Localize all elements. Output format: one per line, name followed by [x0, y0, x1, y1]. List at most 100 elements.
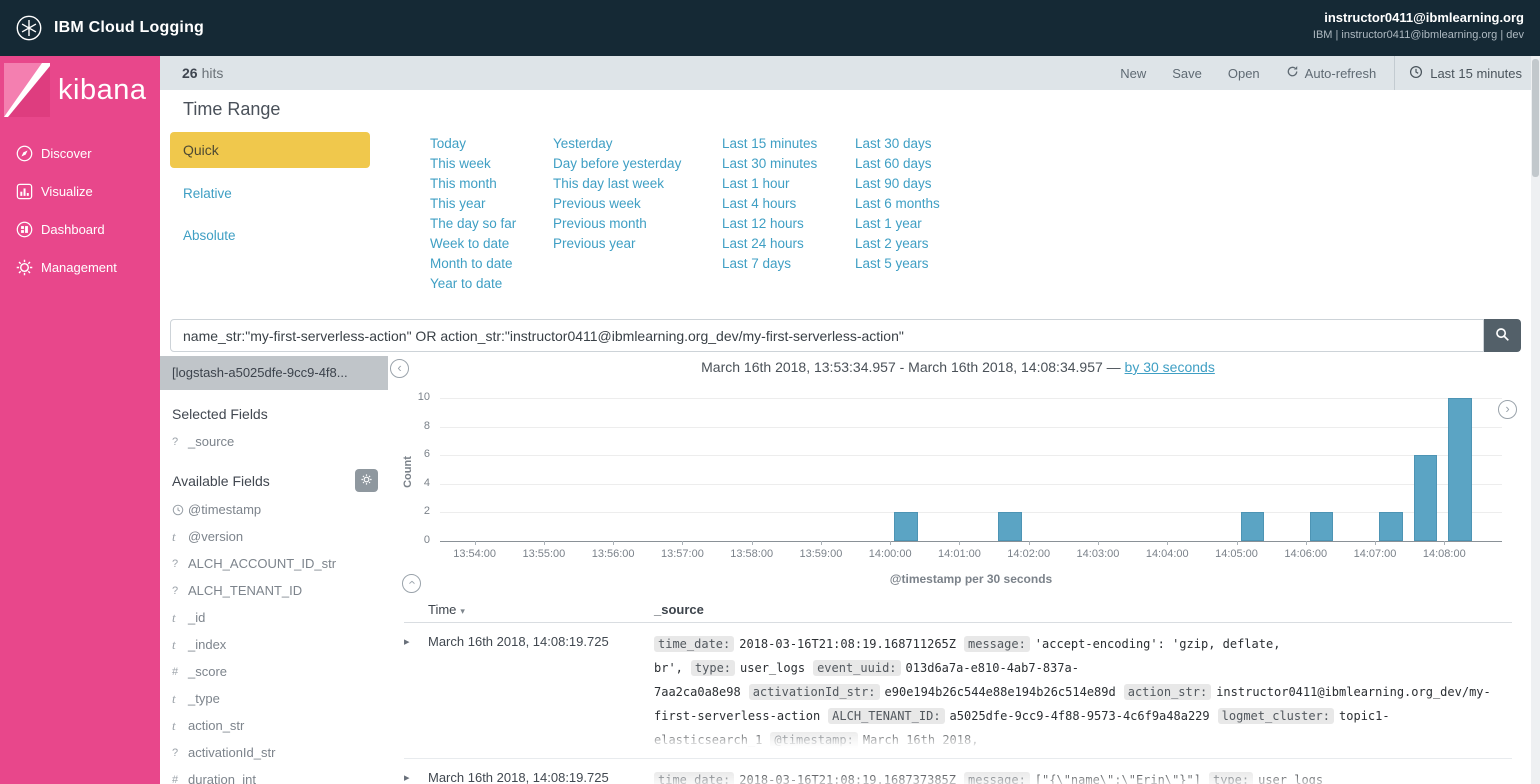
sidebar-item-dashboard[interactable]: Dashboard	[0, 210, 160, 248]
kibana-sidebar: kibana Discover Visualize Dashboard Mana…	[0, 56, 160, 784]
time-column-header[interactable]: Time ▾	[428, 602, 654, 617]
quick-range-link[interactable]: Month to date	[430, 254, 516, 274]
quick-range-link[interactable]: Last 4 hours	[722, 194, 817, 214]
quick-range-link[interactable]: Last 90 days	[855, 174, 940, 194]
string-type-icon: t	[172, 690, 176, 706]
quick-range-link[interactable]: Week to date	[430, 234, 516, 254]
field-item-_source[interactable]: ? _source	[160, 428, 388, 455]
search-input[interactable]	[170, 319, 1484, 352]
quick-range-link[interactable]: Year to date	[430, 274, 516, 294]
sidebar-item-label: Discover	[41, 145, 92, 161]
available-fields-list: @timestamp t @version? ALCH_ACCOUNT_ID_str?…	[160, 496, 388, 784]
tab-absolute[interactable]: Absolute	[183, 228, 236, 243]
quick-range-link[interactable]: Last 24 hours	[722, 234, 817, 254]
string-type-icon: t	[172, 636, 176, 652]
quick-range-link[interactable]: Last 1 year	[855, 214, 940, 234]
quick-range-link[interactable]: Today	[430, 134, 516, 154]
auto-refresh-button[interactable]: Auto-refresh	[1286, 65, 1376, 81]
field-item-activationId_str[interactable]: ? activationId_str	[160, 739, 388, 766]
y-tick-label: 6	[423, 448, 430, 461]
tab-quick[interactable]: Quick	[170, 132, 370, 168]
histogram-bar[interactable]	[1240, 512, 1265, 541]
field-name: _index	[188, 637, 227, 652]
quick-range-link[interactable]: Last 7 days	[722, 254, 817, 274]
field-name: _score	[188, 664, 228, 679]
field-name: ALCH_ACCOUNT_ID_str	[188, 556, 337, 571]
field-item-_type[interactable]: t _type	[160, 685, 388, 712]
quick-range-link[interactable]: This month	[430, 174, 516, 194]
quick-range-link[interactable]: Last 30 days	[855, 134, 940, 154]
chevron-up-icon[interactable]: ›	[402, 574, 421, 593]
scrollbar-thumb[interactable]	[1532, 59, 1539, 177]
save-button[interactable]: Save	[1172, 66, 1202, 81]
open-button[interactable]: Open	[1228, 66, 1260, 81]
kibana-logo	[4, 63, 50, 117]
kibana-discover-page: IBM Cloud Logging instructor0411@ibmlear…	[0, 0, 1540, 784]
x-tick-mark	[613, 541, 615, 545]
field-key-badge: activationId_str:	[748, 684, 880, 700]
selected-fields-list: ? _source	[160, 428, 388, 455]
field-value: a5025dfe-9cc9-4f88-9573-4c6f9a48a229	[949, 709, 1210, 723]
index-pattern-selector[interactable]: [logstash-a5025dfe-9cc9-4f8...	[160, 356, 388, 390]
field-item-ALCH_ACCOUNT_ID_str[interactable]: ? ALCH_ACCOUNT_ID_str	[160, 550, 388, 577]
new-button[interactable]: New	[1120, 66, 1146, 81]
field-item-ALCH_TENANT_ID[interactable]: ? ALCH_TENANT_ID	[160, 577, 388, 604]
tab-relative[interactable]: Relative	[183, 186, 232, 201]
sidebar-item-visualize[interactable]: Visualize	[0, 172, 160, 210]
field-settings-button[interactable]	[355, 469, 378, 492]
field-item-duration_int[interactable]: # duration_int	[160, 766, 388, 784]
expand-doc-icon[interactable]: ▸	[404, 772, 410, 784]
hits-count: 26 hits	[182, 65, 223, 81]
histogram-bar[interactable]	[1448, 398, 1472, 541]
quick-range-link[interactable]: The day so far	[430, 214, 516, 234]
field-item-@version[interactable]: t @version	[160, 523, 388, 550]
quick-range-link[interactable]: This week	[430, 154, 516, 174]
quick-range-link[interactable]: Previous week	[553, 194, 681, 214]
quick-range-link[interactable]: Last 15 minutes	[722, 134, 817, 154]
field-item-_score[interactable]: # _score	[160, 658, 388, 685]
quick-ranges: Today This week This month This year The day…	[430, 134, 1130, 304]
quick-range-link[interactable]: Yesterday	[553, 134, 681, 154]
quick-range-link[interactable]: Last 5 years	[855, 254, 940, 274]
field-name: _source	[188, 434, 235, 449]
fields-panel: [logstash-a5025dfe-9cc9-4f8... Selected …	[160, 356, 388, 784]
field-item-@timestamp[interactable]: @timestamp	[160, 496, 388, 523]
quick-range-link[interactable]: Last 6 months	[855, 194, 940, 214]
scrollbar	[1531, 56, 1540, 784]
quick-range-link[interactable]: Last 1 hour	[722, 174, 817, 194]
histogram-bar[interactable]	[1413, 455, 1438, 541]
time-picker-button[interactable]: Last 15 minutes	[1394, 56, 1528, 90]
quick-range-link[interactable]: Previous month	[553, 214, 681, 234]
x-tick-label: 14:06:00	[1284, 548, 1328, 560]
field-item-_id[interactable]: t _id	[160, 604, 388, 631]
quick-range-link[interactable]: Day before yesterday	[553, 154, 681, 174]
interval-link[interactable]: by 30 seconds	[1125, 359, 1215, 375]
quick-range-link[interactable]: This day last week	[553, 174, 681, 194]
sidebar-item-discover[interactable]: Discover	[0, 134, 160, 172]
quick-range-link[interactable]: Last 2 years	[855, 234, 940, 254]
histogram-bar[interactable]	[998, 512, 1022, 541]
quick-range-link[interactable]: Last 60 days	[855, 154, 940, 174]
kibana-logo-row[interactable]: kibana	[0, 56, 160, 124]
unknown-type-icon: ?	[172, 584, 179, 597]
field-item-action_str[interactable]: t action_str	[160, 712, 388, 739]
field-key-badge: time_date:	[654, 772, 735, 784]
search-button[interactable]	[1484, 319, 1521, 352]
quick-range-link[interactable]: This year	[430, 194, 516, 214]
gridline	[440, 512, 1502, 514]
x-tick-mark	[474, 541, 476, 545]
table-row: ▸ March 16th 2018, 14:08:19.725 time_date:…	[404, 759, 1512, 784]
quick-range-link[interactable]: Last 30 minutes	[722, 154, 817, 174]
histogram-bar[interactable]	[1379, 512, 1403, 541]
histogram-bar[interactable]	[1309, 512, 1334, 541]
sidebar-item-management[interactable]: Management	[0, 248, 160, 286]
quick-range-link[interactable]: Previous year	[553, 234, 681, 254]
histogram-bar[interactable]	[894, 512, 918, 541]
field-item-_index[interactable]: t _index	[160, 631, 388, 658]
field-value: e90e194b26c544e88e194b26c514e89d	[884, 685, 1116, 699]
ibm-cloud-icon	[14, 13, 44, 43]
quick-range-link[interactable]: Last 12 hours	[722, 214, 817, 234]
clock-icon	[172, 504, 186, 516]
number-type-icon: #	[172, 773, 179, 784]
expand-doc-icon[interactable]: ▸	[404, 636, 410, 648]
